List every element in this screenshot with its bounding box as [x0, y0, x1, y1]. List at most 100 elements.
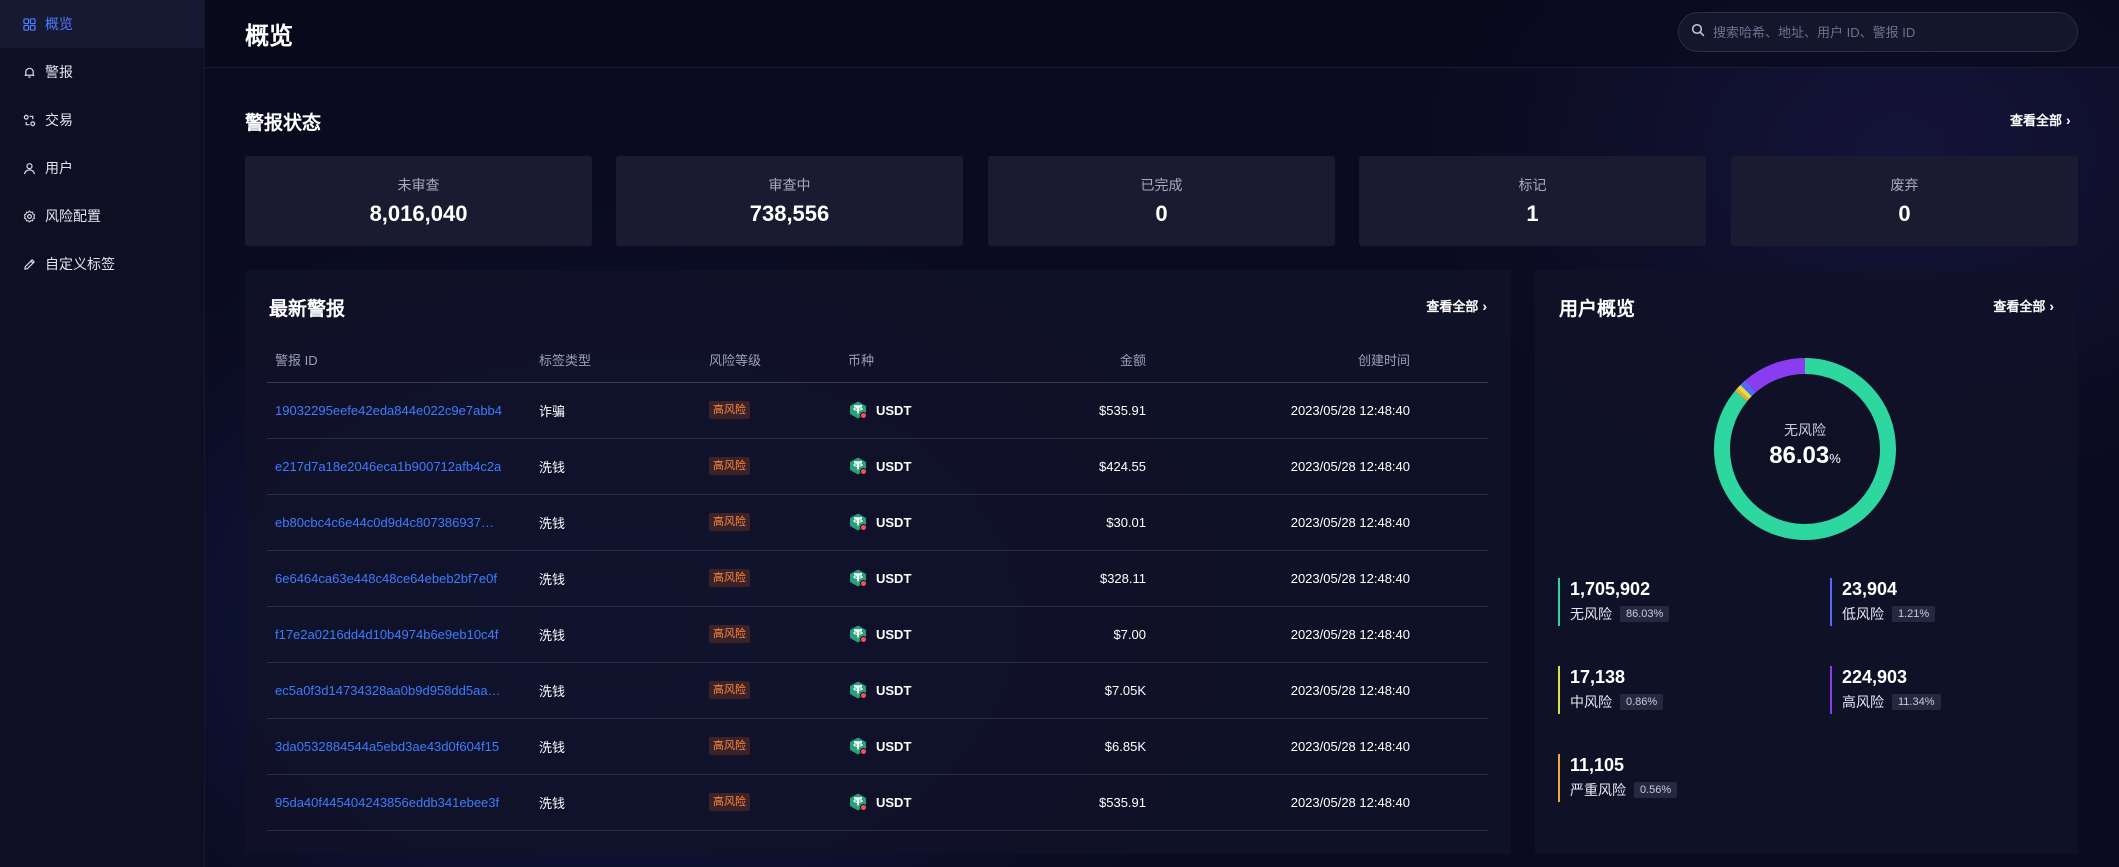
legend-medium-risk[interactable]: 17,138 中风险 0.86% [1558, 666, 1758, 714]
risk-badge: 高风险 [709, 569, 750, 587]
column-header-amount: 金额 [1020, 338, 1154, 383]
column-header-coin: 币种 [840, 338, 1020, 383]
alert-id-link[interactable]: eb80cbc4c6e44c0d9d4c807386937… [275, 515, 494, 530]
amount-cell: $535.91 [1020, 774, 1154, 831]
latest-alerts-view-all-link[interactable]: 查看全部 › [1426, 296, 1487, 315]
usdt-coin-icon [848, 512, 868, 532]
stat-value: 738,556 [749, 201, 830, 226]
legend-name: 中风险 [1570, 694, 1612, 710]
alert-id-link[interactable]: 95da40f445404243856eddb341ebee3f [275, 795, 499, 810]
table-row[interactable]: 6e6464ca63e448c48ce64ebeb2bf7e0f 洗钱 高风险 … [267, 550, 1488, 607]
coin-cell: USDT [848, 512, 1012, 532]
alert-status-view-all-link[interactable]: 查看全部 › [2010, 110, 2071, 129]
row-spacer [1418, 382, 1488, 439]
user-overview-view-all-link[interactable]: 查看全部 › [1993, 296, 2054, 315]
coin-label: USDT [876, 514, 912, 530]
legend-name: 严重风险 [1570, 782, 1626, 798]
bell-icon [22, 65, 36, 79]
table-row[interactable]: eb80cbc4c6e44c0d9d4c807386937… 洗钱 高风险 US… [267, 494, 1488, 551]
user-icon [22, 161, 36, 175]
stat-card-completed[interactable]: 已完成 0 [988, 156, 1335, 246]
stat-value: 1 [1526, 201, 1539, 226]
coin-label: USDT [876, 458, 912, 474]
table-row[interactable]: f17e2a0216dd4d10b4974b6e9eb10c4f 洗钱 高风险 … [267, 606, 1488, 663]
coin-label: USDT [876, 682, 912, 698]
legend-severe-risk[interactable]: 11,105 严重风险 0.56% [1558, 754, 1758, 802]
usdt-coin-icon [848, 624, 868, 644]
donut-center: 无风险 86.03% [1712, 356, 1898, 542]
table-row[interactable]: ec5a0f3d14734328aa0b9d958dd5aa… 洗钱 高风险 U… [267, 662, 1488, 719]
chevron-right-icon: › [2049, 297, 2054, 314]
gear-icon [22, 209, 36, 223]
stat-card-in-review[interactable]: 审查中 738,556 [616, 156, 963, 246]
alert-id-link[interactable]: 3da0532884544a5ebd3ae43d0f604f15 [275, 739, 499, 754]
legend-percent: 0.56% [1634, 782, 1678, 798]
usdt-coin-icon [848, 400, 868, 420]
tag-type-cell: 洗钱 [531, 774, 701, 831]
stat-label: 未审查 [397, 177, 440, 193]
coin-label: USDT [876, 738, 912, 754]
tag-type-cell: 诈骗 [531, 382, 701, 439]
stat-label: 审查中 [768, 177, 811, 193]
alert-id-link[interactable]: e217d7a18e2046eca1b900712afb4c2a [275, 459, 501, 474]
tag-type-cell: 洗钱 [531, 606, 701, 663]
legend-count: 224,903 [1842, 667, 1908, 687]
view-all-label: 查看全部 [1993, 299, 2046, 314]
column-header-alert-id: 警报 ID [267, 338, 531, 383]
table-row[interactable]: e217d7a18e2046eca1b900712afb4c2a 洗钱 高风险 … [267, 438, 1488, 495]
search-box[interactable] [1678, 12, 2078, 52]
column-header-created-time: 创建时间 [1154, 338, 1418, 383]
legend-high-risk[interactable]: 224,903 高风险 11.34% [1830, 666, 2030, 714]
stat-card-unreviewed[interactable]: 未审查 8,016,040 [245, 156, 592, 246]
sidebar-item-transactions[interactable]: 交易 [0, 96, 204, 144]
legend-no-risk[interactable]: 1,705,902 无风险 86.03% [1558, 578, 1758, 626]
table-row[interactable]: 95da40f445404243856eddb341ebee3f 洗钱 高风险 … [267, 774, 1488, 831]
column-spacer [1418, 338, 1488, 383]
stat-label: 标记 [1518, 177, 1547, 193]
created-time-cell: 2023/05/28 12:48:40 [1154, 718, 1418, 775]
amount-cell: $6.85K [1020, 718, 1154, 775]
alert-id-link[interactable]: 19032295eefe42eda844e022c9e7abb4 [275, 403, 502, 418]
created-time-cell: 2023/05/28 12:48:40 [1154, 550, 1418, 607]
coin-cell: USDT [848, 736, 1012, 756]
stat-value: 0 [1898, 201, 1911, 226]
legend-name: 高风险 [1842, 694, 1884, 710]
sidebar-item-overview[interactable]: 概览 [0, 0, 204, 48]
risk-badge: 高风险 [709, 625, 750, 643]
stat-card-flagged[interactable]: 标记 1 [1359, 156, 1706, 246]
search-input[interactable] [1713, 24, 2077, 40]
legend-percent: 1.21% [1892, 606, 1936, 622]
row-spacer [1418, 438, 1488, 495]
tag-type-cell: 洗钱 [531, 662, 701, 719]
legend-percent: 0.86% [1620, 694, 1664, 710]
coin-cell: USDT [848, 680, 1012, 700]
row-spacer [1418, 774, 1488, 831]
view-all-label: 查看全部 [2010, 113, 2063, 128]
risk-badge: 高风险 [709, 513, 750, 531]
alert-id-link[interactable]: 6e6464ca63e448c48ce64ebeb2bf7e0f [275, 571, 497, 586]
created-time-cell: 2023/05/28 12:48:40 [1154, 606, 1418, 663]
coin-cell: USDT [848, 568, 1012, 588]
alert-id-link[interactable]: ec5a0f3d14734328aa0b9d958dd5aa… [275, 683, 501, 698]
column-header-tag-type: 标签类型 [531, 338, 701, 383]
alert-status-title: 警报状态 [245, 113, 322, 134]
stat-card-discarded[interactable]: 废弃 0 [1731, 156, 2078, 246]
sidebar-item-risk-config[interactable]: 风险配置 [0, 192, 204, 240]
table-row[interactable]: 3da0532884544a5ebd3ae43d0f604f15 洗钱 高风险 … [267, 718, 1488, 775]
amount-cell: $7.00 [1020, 606, 1154, 663]
donut-value-number: 86.03 [1769, 442, 1830, 469]
created-time-cell: 2023/05/28 12:48:40 [1154, 662, 1418, 719]
sidebar-item-custom-tags[interactable]: 自定义标签 [0, 240, 204, 288]
stat-value: 8,016,040 [369, 201, 468, 226]
legend-low-risk[interactable]: 23,904 低风险 1.21% [1830, 578, 2030, 626]
alert-id-link[interactable]: f17e2a0216dd4d10b4974b6e9eb10c4f [275, 627, 498, 642]
sidebar: 概览 警报 交易 用户 风险配置 自定义标签 [0, 0, 205, 867]
coin-cell: USDT [848, 792, 1012, 812]
risk-badge: 高风险 [709, 737, 750, 755]
table-row[interactable]: 19032295eefe42eda844e022c9e7abb4 诈骗 高风险 … [267, 382, 1488, 439]
user-overview-title: 用户概览 [1559, 299, 1636, 320]
grid-icon [22, 17, 36, 31]
sidebar-item-alerts[interactable]: 警报 [0, 48, 204, 96]
risk-badge: 高风险 [709, 681, 750, 699]
sidebar-item-users[interactable]: 用户 [0, 144, 204, 192]
